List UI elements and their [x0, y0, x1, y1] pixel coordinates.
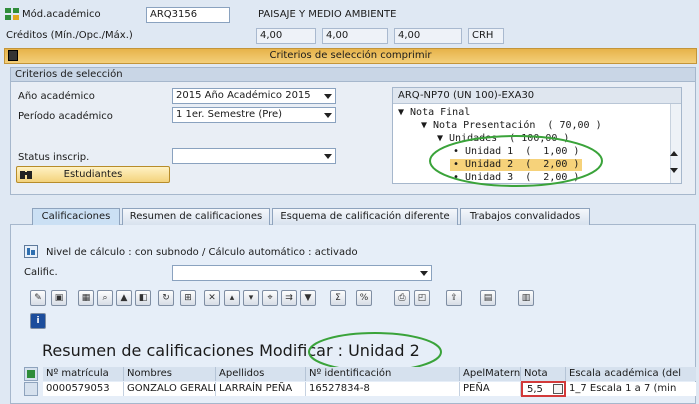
- filter-icon[interactable]: ▼: [300, 290, 316, 306]
- selection-panel-title: Criterios de selección: [11, 68, 695, 82]
- chevron-down-icon: [324, 154, 332, 159]
- chevron-down-icon: [420, 271, 428, 276]
- subtotal-icon[interactable]: %: [356, 290, 372, 306]
- cell-identificacion: 16527834-8: [306, 382, 460, 396]
- chart-icon[interactable]: ▥: [518, 290, 534, 306]
- value-help-icon[interactable]: [553, 384, 563, 394]
- year-label: Año académico: [18, 91, 95, 102]
- period-select-value: 1 1er. Semestre (Pre): [176, 109, 283, 120]
- level-text: Nivel de cálculo : con subnodo / Cálculo…: [46, 247, 358, 258]
- find-next-icon[interactable]: ⇉: [281, 290, 297, 306]
- column-header-matricula[interactable]: Nº matrícula: [43, 367, 124, 381]
- nota-value: 5,5: [527, 384, 543, 395]
- tree-header: ARQ-NP70 (UN 100)-EXA30: [393, 88, 681, 104]
- column-header-apellidos[interactable]: Apellidos: [216, 367, 306, 381]
- module-label: Mód.académico: [22, 9, 101, 20]
- cell-apel-matern: PEÑA: [460, 382, 521, 396]
- delete-icon[interactable]: ✕: [204, 290, 220, 306]
- module-icon: [5, 8, 19, 20]
- print-icon[interactable]: ⎙: [394, 290, 410, 306]
- refresh-icon[interactable]: ↻: [158, 290, 174, 306]
- insert-icon[interactable]: ⊞: [180, 290, 196, 306]
- sort-desc-icon[interactable]: ▾: [243, 290, 259, 306]
- sort-asc-icon[interactable]: ▴: [224, 290, 240, 306]
- column-header-nota[interactable]: Nota: [521, 367, 566, 381]
- nota-input[interactable]: 5,5: [521, 381, 566, 397]
- sum-icon[interactable]: Σ: [330, 290, 346, 306]
- students-button[interactable]: Estudiantes: [16, 166, 170, 183]
- status-select[interactable]: [172, 148, 336, 164]
- tree-scroll-up-icon[interactable]: [670, 151, 678, 156]
- tab-esquema-calificacion[interactable]: Esquema de calificación diferente: [272, 208, 458, 225]
- tree-scroll-down-icon[interactable]: [670, 168, 678, 173]
- tree-node-nota-final[interactable]: ▼ Nota Final: [398, 107, 470, 119]
- credit-max-field: 4,00: [394, 28, 462, 44]
- credit-unit-field: CRH: [468, 28, 504, 44]
- collapse-icon[interactable]: [8, 50, 18, 61]
- tab-trabajos-convalidados[interactable]: Trabajos convalidados: [460, 208, 590, 225]
- cell-matricula: 0000579053: [43, 382, 124, 396]
- module-code-field[interactable]: ARQ3156: [146, 7, 230, 23]
- info-icon[interactable]: i: [30, 313, 46, 329]
- year-select-value: 2015 Año Académico 2015: [176, 90, 311, 101]
- status-label: Status inscrip.: [18, 152, 90, 163]
- view-icon[interactable]: ◰: [414, 290, 430, 306]
- credit-opc-field: 4,00: [322, 28, 388, 44]
- calific-select[interactable]: [172, 265, 432, 281]
- tab-resumen-calificaciones[interactable]: Resumen de calificaciones: [122, 208, 270, 225]
- period-label: Período académico: [18, 111, 113, 122]
- year-select[interactable]: 2015 Año Académico 2015: [172, 88, 336, 104]
- column-header-nombres[interactable]: Nombres: [124, 367, 216, 381]
- cell-nombres: GONZALO GERALD: [124, 382, 216, 396]
- level-icon[interactable]: [24, 245, 38, 258]
- tree-node-nota-presentacion[interactable]: ▼ Nota Presentación ( 70,00 ): [421, 120, 602, 132]
- period-select[interactable]: 1 1er. Semestre (Pre): [172, 107, 336, 123]
- save-icon[interactable]: ▣: [51, 290, 67, 306]
- export-icon[interactable]: ⇪: [446, 290, 462, 306]
- find-icon[interactable]: ⌕: [97, 290, 113, 306]
- criteria-bar-title: Criterios de selección comprimir: [269, 50, 432, 61]
- credit-min-field: 4,00: [256, 28, 316, 44]
- chevron-down-icon: [324, 94, 332, 99]
- calific-label: Calific.: [24, 267, 58, 278]
- annotation-ellipse-tree: [429, 135, 603, 187]
- cell-apellidos: LARRAÍN PEÑA: [216, 382, 306, 396]
- lock-icon[interactable]: ▲: [116, 290, 132, 306]
- layout-icon[interactable]: ▤: [480, 290, 496, 306]
- cell-escala: 1_7 Escala 1 a 7 (min: [566, 382, 696, 396]
- column-header-identificacion[interactable]: Nº identificación: [306, 367, 460, 381]
- module-name: PAISAJE Y MEDIO AMBIENTE: [258, 9, 397, 20]
- credits-label: Créditos (Mín./Opc./Máx.): [6, 30, 133, 41]
- table-icon[interactable]: ▦: [78, 290, 94, 306]
- search-icon[interactable]: ⌖: [262, 290, 278, 306]
- chevron-down-icon: [324, 113, 332, 118]
- column-header-escala[interactable]: Escala académica (del: [566, 367, 696, 381]
- detail-icon[interactable]: ◧: [135, 290, 151, 306]
- select-all-icon[interactable]: [24, 367, 38, 381]
- criteria-bar[interactable]: Criterios de selección comprimir: [4, 48, 697, 64]
- students-button-label: Estudiantes: [63, 169, 123, 180]
- column-header-apel-matern[interactable]: ApelMatern: [460, 367, 521, 381]
- edit-icon[interactable]: ✎: [30, 290, 46, 306]
- row-selector[interactable]: [24, 382, 38, 396]
- tab-calificaciones[interactable]: Calificaciones: [32, 208, 120, 225]
